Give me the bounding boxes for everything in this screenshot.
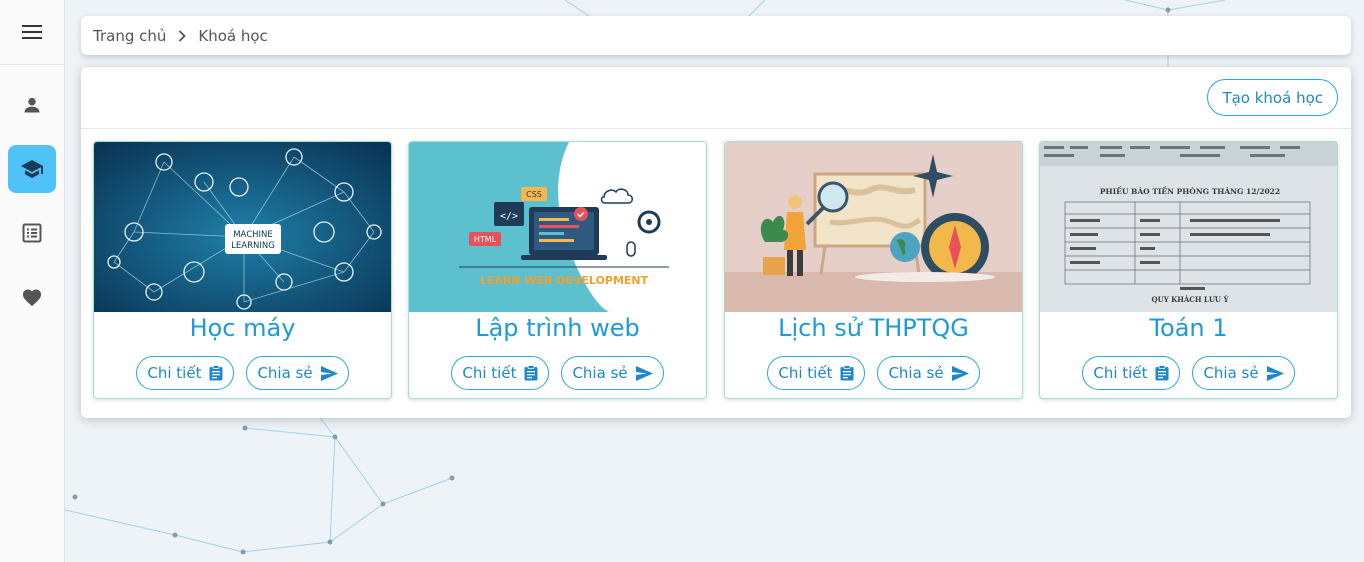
heart-icon — [22, 289, 42, 307]
list-icon — [22, 223, 42, 243]
course-card: PHIẾU BÁO TIỀN PHÒNG THÁNG 12/2022 QUY K… — [1039, 141, 1338, 399]
detail-label: Chi tiết — [147, 364, 202, 382]
course-card: Lịch sử THPTQG Chi tiết Chia sẻ — [724, 141, 1023, 399]
create-course-button[interactable]: Tạo khoá học — [1207, 79, 1338, 116]
course-thumbnail-history[interactable] — [725, 142, 1022, 312]
course-title[interactable]: Lịch sử THPTQG — [725, 314, 1022, 342]
share-button[interactable]: Chia sẻ — [561, 356, 664, 390]
send-icon — [320, 365, 338, 381]
detail-label: Chi tiết — [1093, 364, 1148, 382]
person-icon — [24, 97, 40, 113]
thumb-math-footer: QUY KHÁCH LƯU Ý — [1152, 295, 1230, 304]
send-icon — [635, 365, 653, 381]
thumb-web-text: LEARN WEB DEVELOPMENT — [480, 274, 649, 287]
share-label: Chia sẻ — [1203, 364, 1259, 382]
sidebar-item-favorites[interactable] — [8, 273, 56, 321]
sidebar-divider — [0, 64, 64, 65]
breadcrumb-current: Khoá học — [198, 26, 268, 45]
clipboard-icon — [524, 365, 538, 381]
svg-text:LEARNING: LEARNING — [231, 241, 275, 251]
clipboard-icon — [209, 365, 223, 381]
course-thumbnail-machine-learning[interactable]: MACHINE LEARNING — [94, 142, 391, 312]
detail-button[interactable]: Chi tiết — [767, 356, 866, 390]
svg-text:</>: </> — [500, 211, 518, 222]
thumb-html-text: HTML — [474, 235, 497, 244]
thumb-css-text: CSS — [526, 190, 542, 199]
detail-button[interactable]: Chi tiết — [451, 356, 550, 390]
share-button[interactable]: Chia sẻ — [246, 356, 349, 390]
share-button[interactable]: Chia sẻ — [1192, 356, 1295, 390]
detail-button[interactable]: Chi tiết — [1082, 356, 1181, 390]
course-card: MACHINE LEARNING Học máy Chi tiết Chia s… — [93, 141, 392, 399]
sidebar-item-list[interactable] — [8, 209, 56, 257]
thumb-math-heading: PHIẾU BÁO TIỀN PHÒNG THÁNG 12/2022 — [1100, 186, 1280, 196]
breadcrumb: Trang chủ Khoá học — [81, 16, 1351, 55]
send-icon — [951, 365, 969, 381]
share-button[interactable]: Chia sẻ — [877, 356, 980, 390]
breadcrumb-home[interactable]: Trang chủ — [93, 27, 166, 45]
detail-label: Chi tiết — [778, 364, 833, 382]
school-icon — [21, 160, 43, 178]
course-title[interactable]: Lập trình web — [409, 314, 706, 342]
panel-toolbar: Tạo khoá học — [81, 67, 1351, 129]
share-label: Chia sẻ — [257, 364, 313, 382]
clipboard-icon — [840, 365, 854, 381]
share-label: Chia sẻ — [572, 364, 628, 382]
course-card: </> HTML CSS LEARN WEB DEVELOPMENT Lập t… — [408, 141, 707, 399]
course-thumbnail-math[interactable]: PHIẾU BÁO TIỀN PHÒNG THÁNG 12/2022 QUY K… — [1040, 142, 1337, 312]
menu-icon[interactable] — [16, 18, 48, 46]
clipboard-icon — [1155, 365, 1169, 381]
sidebar — [0, 0, 65, 562]
detail-button[interactable]: Chi tiết — [136, 356, 235, 390]
sidebar-item-profile[interactable] — [8, 81, 56, 129]
share-label: Chia sẻ — [888, 364, 944, 382]
chevron-right-icon — [178, 29, 187, 42]
thumb-ml-text: MACHINE — [233, 230, 273, 240]
courses-panel: Tạo khoá học MACHINE LEARNING Học máy Ch… — [81, 67, 1351, 418]
course-title[interactable]: Học máy — [94, 314, 391, 342]
course-thumbnail-web-development[interactable]: </> HTML CSS LEARN WEB DEVELOPMENT — [409, 142, 706, 312]
detail-label: Chi tiết — [462, 364, 517, 382]
send-icon — [1266, 365, 1284, 381]
sidebar-item-courses[interactable] — [8, 145, 56, 193]
course-title[interactable]: Toán 1 — [1040, 314, 1337, 342]
